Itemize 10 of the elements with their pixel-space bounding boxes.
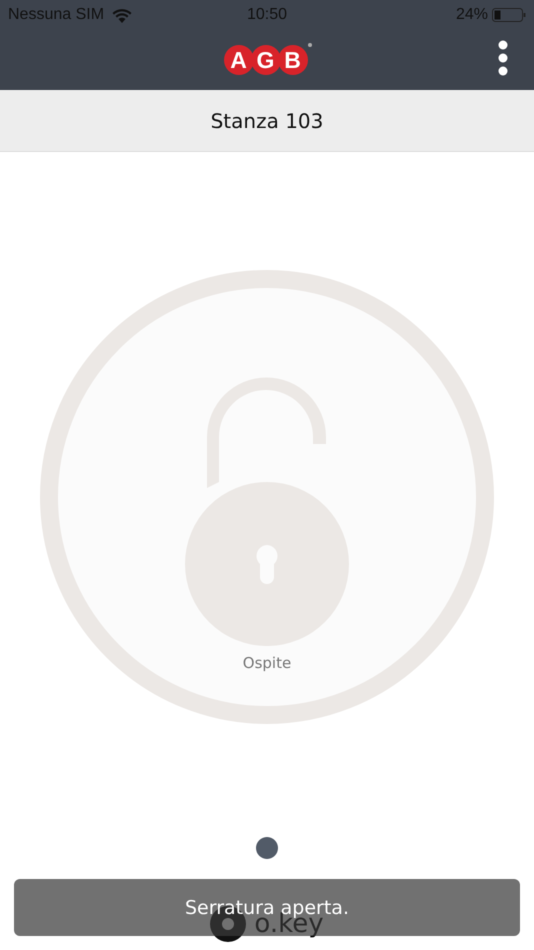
- user-role-label: Ospite: [242, 654, 292, 672]
- room-title: Stanza 103: [210, 108, 324, 132]
- clock-time: 10:50: [246, 6, 288, 23]
- battery-percent: 24%: [456, 6, 488, 24]
- lock-button[interactable]: Ospite: [40, 270, 494, 724]
- more-menu-icon[interactable]: [498, 40, 508, 76]
- page-dot[interactable]: [256, 837, 278, 859]
- battery-icon: [492, 8, 526, 22]
- wifi-icon: [112, 8, 132, 22]
- carrier-name: Nessuna SIM: [8, 6, 104, 24]
